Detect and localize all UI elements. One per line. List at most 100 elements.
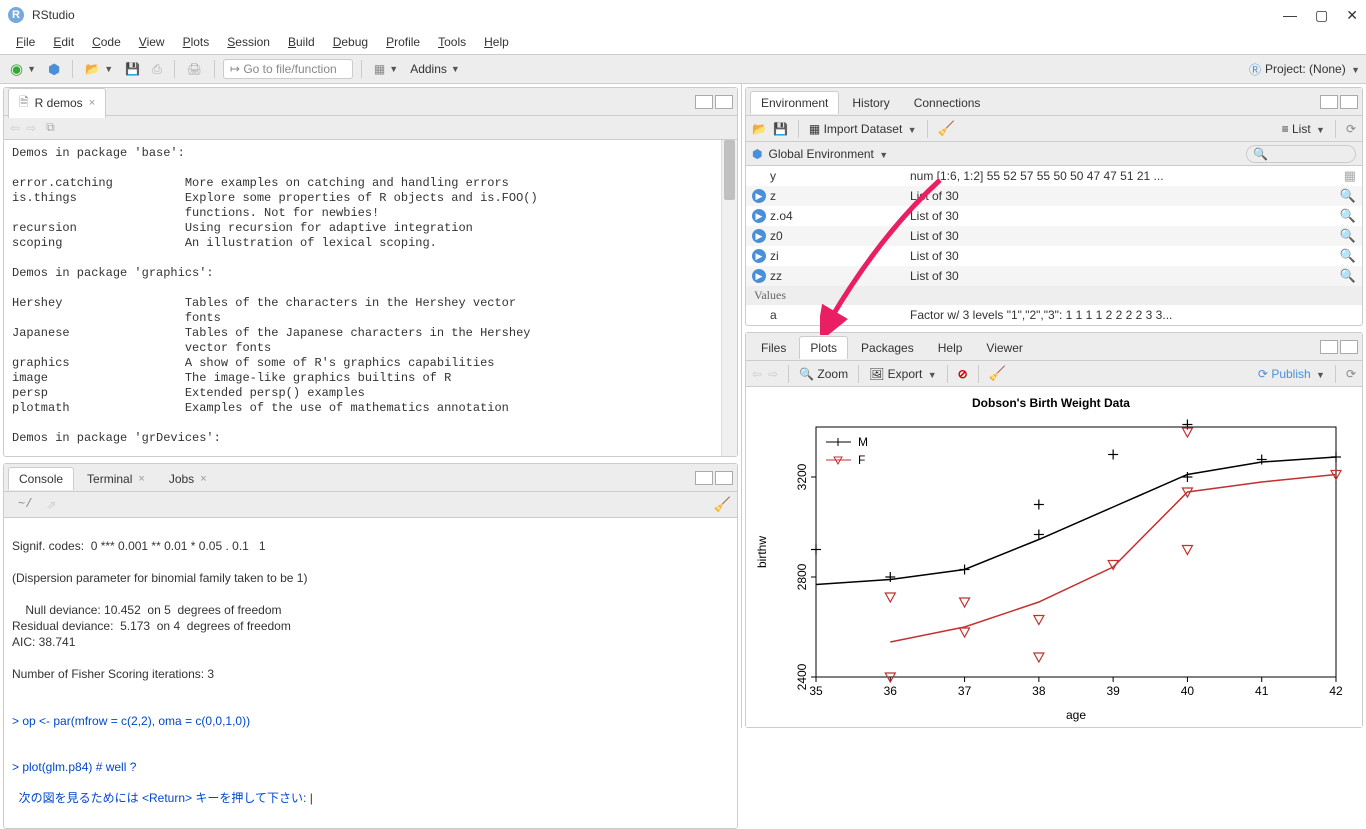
addins-button[interactable]: Addins ▼	[406, 60, 464, 78]
magnifier-icon[interactable]: 🔍	[1340, 248, 1356, 264]
env-search-input[interactable]: 🔍	[1246, 145, 1356, 163]
scope-selector[interactable]: Global Environment ▼	[768, 147, 888, 161]
source-scrollbar[interactable]	[721, 140, 737, 456]
new-project-button[interactable]: ⬢	[44, 59, 64, 80]
plots-maximize-button[interactable]	[1340, 340, 1358, 354]
tab-help[interactable]: Help	[927, 336, 974, 359]
magnifier-icon[interactable]: 🔍	[1340, 268, 1356, 284]
var-value: List of 30	[910, 229, 1340, 243]
tab-connections[interactable]: Connections	[903, 91, 992, 114]
plot-next-icon[interactable]: ⇨	[768, 367, 778, 381]
menu-code[interactable]: Code	[84, 33, 129, 51]
print-button[interactable]: 🖨	[183, 60, 206, 78]
console-output[interactable]: Signif. codes: 0 *** 0.001 ** 0.01 * 0.0…	[4, 518, 737, 828]
app-logo-icon: R	[8, 7, 24, 23]
save-all-button[interactable]: ⎙	[148, 60, 166, 79]
grid-button[interactable]: ▦▼	[370, 60, 402, 78]
source-tab[interactable]: 🗎 R demos ×	[8, 88, 106, 118]
publish-button[interactable]: ⟳ Publish ▼	[1258, 367, 1325, 381]
expand-icon[interactable]: ▶	[752, 209, 766, 223]
list-view-button[interactable]: ≡ List ▼	[1282, 122, 1325, 136]
expand-icon[interactable]: ▶	[752, 189, 766, 203]
svg-text:age: age	[1066, 708, 1086, 722]
menu-help[interactable]: Help	[476, 33, 517, 51]
tab-viewer[interactable]: Viewer	[975, 336, 1033, 359]
magnifier-icon[interactable]: 🔍	[1340, 208, 1356, 224]
plots-minimize-button[interactable]	[1320, 340, 1338, 354]
global-env-icon: ⬢	[752, 147, 762, 161]
chart-svg: Dobson's Birth Weight Data35363738394041…	[746, 387, 1356, 727]
magnifier-icon[interactable]: 🔍	[1340, 188, 1356, 204]
console-maximize-button[interactable]	[715, 471, 733, 485]
goto-file-input[interactable]: ↦ Go to file/function	[223, 59, 353, 79]
svg-text:42: 42	[1329, 684, 1343, 698]
menu-file[interactable]: File	[8, 33, 43, 51]
fwd-icon[interactable]: ⇨	[26, 121, 36, 135]
expand-icon[interactable]: ▶	[752, 229, 766, 243]
tab-files[interactable]: Files	[750, 336, 797, 359]
menu-build[interactable]: Build	[280, 33, 323, 51]
project-menu[interactable]: Project: (None) ▼	[1265, 62, 1360, 76]
console-text: Signif. codes: 0 *** 0.001 ** 0.01 * 0.0…	[12, 539, 307, 681]
broom-icon[interactable]: 🧹	[714, 496, 731, 513]
save-env-icon[interactable]: 💾	[773, 122, 788, 136]
tab-environment[interactable]: Environment	[750, 91, 839, 114]
refresh-env-icon[interactable]: ⟳	[1346, 122, 1356, 136]
menu-profile[interactable]: Profile	[378, 33, 428, 51]
tab-history[interactable]: History	[841, 91, 900, 114]
tab-plots[interactable]: Plots	[799, 336, 848, 359]
svg-text:37: 37	[958, 684, 972, 698]
console-prompt-jp: 次の図を見るためには <Return> キーを押して下さい:	[12, 791, 310, 805]
plot-prev-icon[interactable]: ⇦	[752, 367, 762, 381]
clear-icon[interactable]: ⇗	[46, 498, 56, 512]
refresh-plot-icon[interactable]: ⟳	[1346, 367, 1356, 381]
back-icon[interactable]: ⇦	[10, 121, 20, 135]
zoom-button[interactable]: 🔍 Zoom	[799, 367, 848, 381]
annotation-arrow-icon	[820, 175, 950, 335]
var-value: List of 30	[910, 249, 1340, 263]
maximize-button[interactable]: ▢	[1315, 7, 1328, 24]
close-tab-icon[interactable]: ×	[89, 97, 95, 109]
grid-icon[interactable]: ▦	[1344, 168, 1356, 184]
env-minimize-button[interactable]	[1320, 95, 1338, 109]
env-maximize-button[interactable]	[1340, 95, 1358, 109]
show-in-new-icon[interactable]: ⧉	[46, 120, 55, 135]
remove-plot-icon[interactable]: ⊘	[958, 367, 968, 381]
export-button[interactable]: 🖼 Export ▼	[869, 367, 937, 381]
minimize-button[interactable]: —	[1283, 7, 1297, 23]
svg-text:F: F	[858, 453, 865, 467]
var-value: List of 30	[910, 269, 1340, 283]
source-text[interactable]: Demos in package 'base': error.catching …	[4, 140, 737, 456]
tab-packages[interactable]: Packages	[850, 336, 925, 359]
menu-plots[interactable]: Plots	[175, 33, 218, 51]
plots-pane: Files Plots Packages Help Viewer ⇦ ⇨ 🔍 Z…	[745, 332, 1363, 728]
expand-icon[interactable]: ▶	[752, 269, 766, 283]
save-button[interactable]: 💾	[121, 60, 144, 78]
tab-console[interactable]: Console	[8, 467, 74, 490]
menu-session[interactable]: Session	[219, 33, 278, 51]
open-file-button[interactable]: 📂▼	[81, 60, 117, 78]
maximize-pane-button[interactable]	[715, 95, 733, 109]
tab-jobs[interactable]: Jobs ×	[158, 467, 218, 490]
menu-edit[interactable]: Edit	[45, 33, 82, 51]
cursor-icon: |	[310, 791, 313, 805]
open-env-icon[interactable]: 📂	[752, 122, 767, 136]
tab-terminal[interactable]: Terminal ×	[76, 467, 156, 490]
expand-icon[interactable]: ▶	[752, 249, 766, 263]
working-dir: ~/	[10, 491, 40, 518]
env-broom-icon[interactable]: 🧹	[938, 120, 955, 137]
titlebar: R RStudio — ▢ ✕	[0, 0, 1366, 30]
magnifier-icon[interactable]: 🔍	[1340, 228, 1356, 244]
close-button[interactable]: ✕	[1346, 7, 1358, 24]
source-tab-label: R demos	[35, 96, 83, 110]
import-dataset-button[interactable]: ▦ Import Dataset ▼	[809, 122, 917, 136]
svg-text:M: M	[858, 435, 868, 449]
new-file-button[interactable]: ◉▼	[6, 58, 40, 80]
menu-tools[interactable]: Tools	[430, 33, 474, 51]
minimize-pane-button[interactable]	[695, 95, 713, 109]
svg-text:38: 38	[1032, 684, 1046, 698]
menu-view[interactable]: View	[131, 33, 173, 51]
clear-plots-icon[interactable]: 🧹	[989, 365, 1006, 382]
menu-debug[interactable]: Debug	[325, 33, 376, 51]
console-minimize-button[interactable]	[695, 471, 713, 485]
